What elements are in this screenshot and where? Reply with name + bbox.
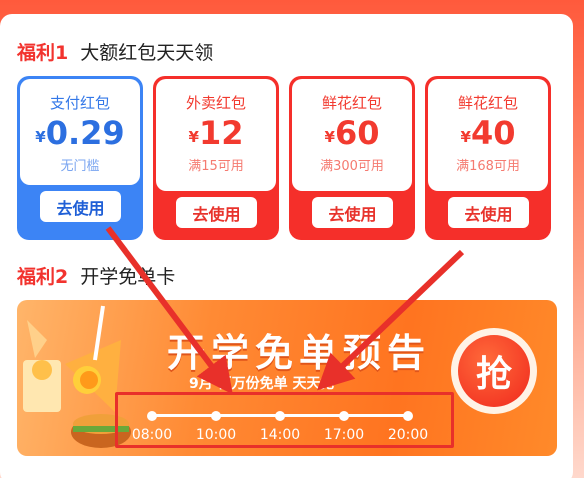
card-title: 外卖红包 xyxy=(185,94,246,112)
card-condition: 无门槛 xyxy=(60,159,100,174)
card-title: 鲜花红包 xyxy=(321,94,382,112)
red-packet-card-flower-60[interactable]: 鲜花红包 ¥60 满300可用 去使用 xyxy=(289,76,415,240)
card-condition: 满15可用 xyxy=(188,159,244,174)
currency-symbol: ¥ xyxy=(188,128,199,146)
card-amount: ¥0.29 xyxy=(20,115,140,157)
card-title: 支付红包 xyxy=(49,94,110,112)
currency-symbol: ¥ xyxy=(324,128,335,146)
card-amount: ¥40 xyxy=(428,115,548,157)
banner-subtitle: 9月 百万份免单 天天抢 xyxy=(189,376,335,392)
annotation-highlight-box xyxy=(115,392,454,448)
red-packet-card-flower-40[interactable]: 鲜花红包 ¥40 满168可用 去使用 xyxy=(425,76,551,240)
grab-button[interactable]: 抢 xyxy=(451,328,537,414)
section-welfare-2-header: 福利2 开学免单卡 xyxy=(17,262,175,289)
amount-value: 40 xyxy=(470,114,516,152)
section-tag: 福利2 xyxy=(17,266,69,288)
use-button[interactable]: 去使用 xyxy=(176,197,257,228)
card-amount: ¥12 xyxy=(156,115,276,157)
amount-value: 0.29 xyxy=(45,114,125,152)
card-body: 支付红包 ¥0.29 无门槛 xyxy=(20,79,140,185)
red-packet-list: 支付红包 ¥0.29 无门槛 去使用 外卖红包 ¥12 满15可用 去使用 鲜花… xyxy=(17,76,584,244)
card-title: 鲜花红包 xyxy=(457,94,518,112)
card-body: 鲜花红包 ¥60 满300可用 xyxy=(292,79,412,191)
use-button[interactable]: 去使用 xyxy=(312,197,393,228)
currency-symbol: ¥ xyxy=(35,128,46,146)
banner-title: 开学免单预告 xyxy=(167,331,432,375)
amount-value: 12 xyxy=(198,114,244,152)
section-title: 开学免单卡 xyxy=(80,266,176,288)
section-title: 大额红包天天领 xyxy=(80,42,214,64)
use-button[interactable]: 去使用 xyxy=(448,197,529,228)
amount-value: 60 xyxy=(334,114,380,152)
card-amount: ¥60 xyxy=(292,115,412,157)
red-packet-card-payment[interactable]: 支付红包 ¥0.29 无门槛 去使用 xyxy=(17,76,143,240)
section-welfare-1-header: 福利1 大额红包天天领 xyxy=(17,38,213,65)
card-body: 外卖红包 ¥12 满15可用 xyxy=(156,79,276,191)
card-condition: 满168可用 xyxy=(456,159,520,174)
grab-label: 抢 xyxy=(458,335,530,407)
card-body: 鲜花红包 ¥40 满168可用 xyxy=(428,79,548,191)
card-condition: 满300可用 xyxy=(320,159,384,174)
section-tag: 福利1 xyxy=(17,42,69,64)
currency-symbol: ¥ xyxy=(460,128,471,146)
use-button[interactable]: 去使用 xyxy=(40,191,121,222)
red-packet-card-takeout[interactable]: 外卖红包 ¥12 满15可用 去使用 xyxy=(153,76,279,240)
